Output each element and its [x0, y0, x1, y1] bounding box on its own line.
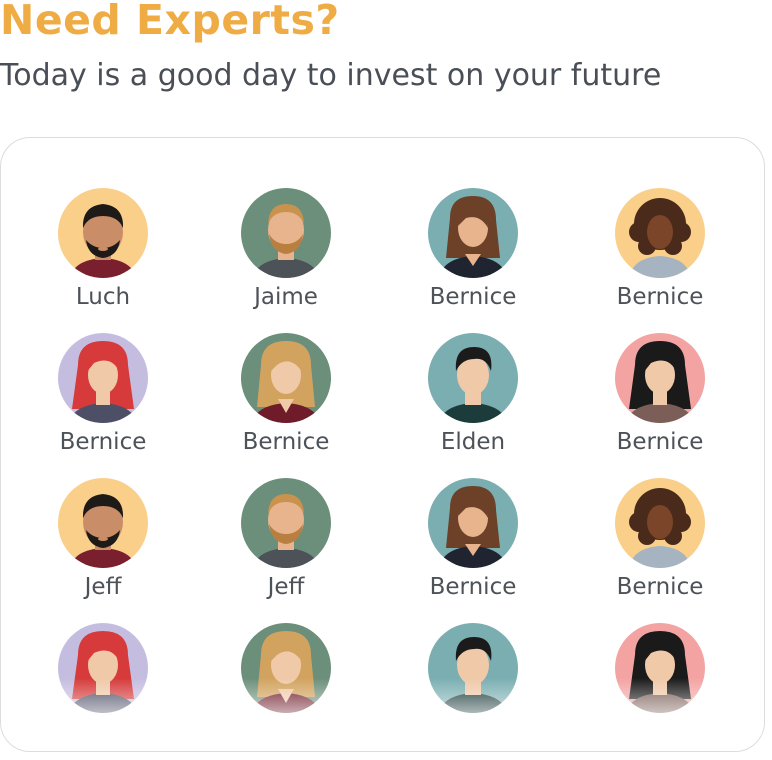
expert-name: Luch [75, 284, 131, 310]
woman-curly-hair-avatar-icon [615, 188, 705, 278]
woman-red-hair-avatar-icon [58, 333, 148, 423]
woman-black-hair-avatar-icon [615, 623, 705, 713]
man-blonde-beard-avatar-icon [241, 478, 331, 568]
woman-curly-hair-avatar-icon [615, 478, 705, 568]
expert-name: Bernice [616, 574, 704, 600]
woman-brown-hair-avatar-icon [428, 478, 518, 568]
experts-card: Luch Jaime Bernice Bernice Bernice Bernice Eld… [0, 137, 765, 752]
expert-name: Bernice [429, 284, 517, 310]
man-beard-avatar-icon [58, 188, 148, 278]
man-beard-avatar-icon [58, 478, 148, 568]
expert-name: Bernice [616, 429, 704, 455]
page-title: Need Experts? [0, 0, 340, 44]
expert-name: Bernice [242, 429, 330, 455]
expert-name: Jaime [254, 284, 318, 310]
expert-name: Jeff [267, 574, 305, 600]
expert-name: Bernice [429, 574, 517, 600]
expert-name: Elden [440, 429, 506, 455]
woman-black-hair-avatar-icon [615, 333, 705, 423]
man-blonde-beard-avatar-icon [241, 188, 331, 278]
woman-blonde-hair-avatar-icon [241, 623, 331, 713]
experts-grid: Luch Jaime Bernice Bernice Bernice Bernice Eld… [1, 138, 764, 751]
man-dark-hair-avatar-icon [428, 623, 518, 713]
man-dark-hair-avatar-icon [428, 333, 518, 423]
expert-name: Bernice [616, 284, 704, 310]
woman-blonde-hair-avatar-icon [241, 333, 331, 423]
page-subtitle: Today is a good day to invest on your fu… [0, 58, 662, 93]
expert-name: Bernice [59, 429, 147, 455]
expert-name: Jeff [84, 574, 122, 600]
woman-brown-hair-avatar-icon [428, 188, 518, 278]
woman-red-hair-avatar-icon [58, 623, 148, 713]
